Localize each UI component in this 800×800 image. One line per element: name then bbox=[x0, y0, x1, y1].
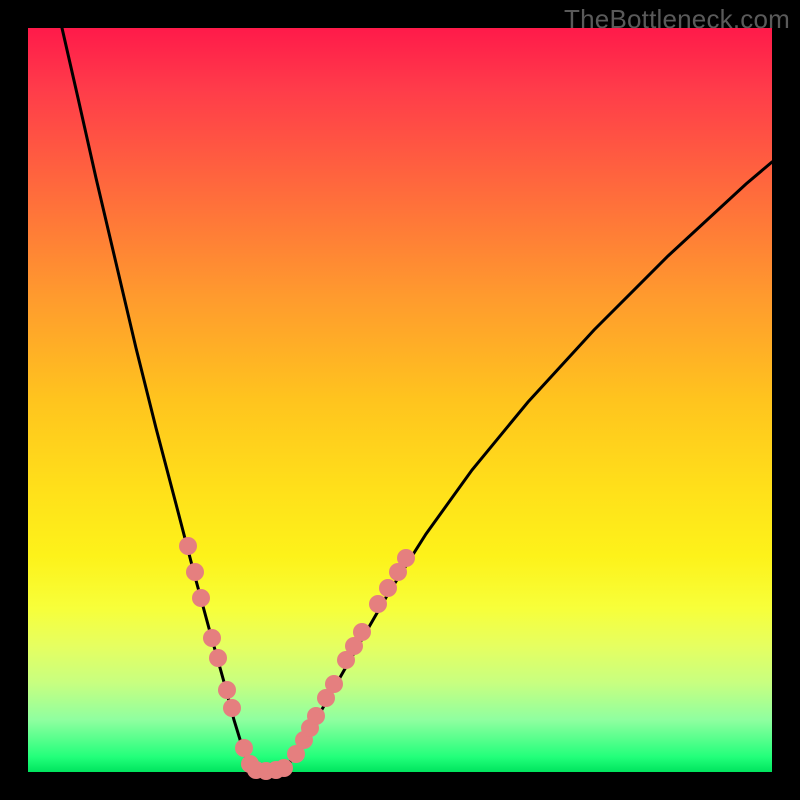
data-dot bbox=[209, 649, 227, 667]
data-dot bbox=[307, 707, 325, 725]
curve-right bbox=[283, 162, 772, 769]
data-dot bbox=[369, 595, 387, 613]
data-dot bbox=[275, 759, 293, 777]
data-dot bbox=[186, 563, 204, 581]
data-dot bbox=[179, 537, 197, 555]
data-dot bbox=[379, 579, 397, 597]
data-dot bbox=[353, 623, 371, 641]
data-dot bbox=[235, 739, 253, 757]
data-dots bbox=[179, 537, 415, 780]
chart-area bbox=[28, 28, 772, 772]
chart-svg bbox=[28, 28, 772, 772]
data-dot bbox=[203, 629, 221, 647]
data-dot bbox=[192, 589, 210, 607]
data-dot bbox=[397, 549, 415, 567]
data-dot bbox=[223, 699, 241, 717]
data-dot bbox=[218, 681, 236, 699]
data-dot bbox=[325, 675, 343, 693]
